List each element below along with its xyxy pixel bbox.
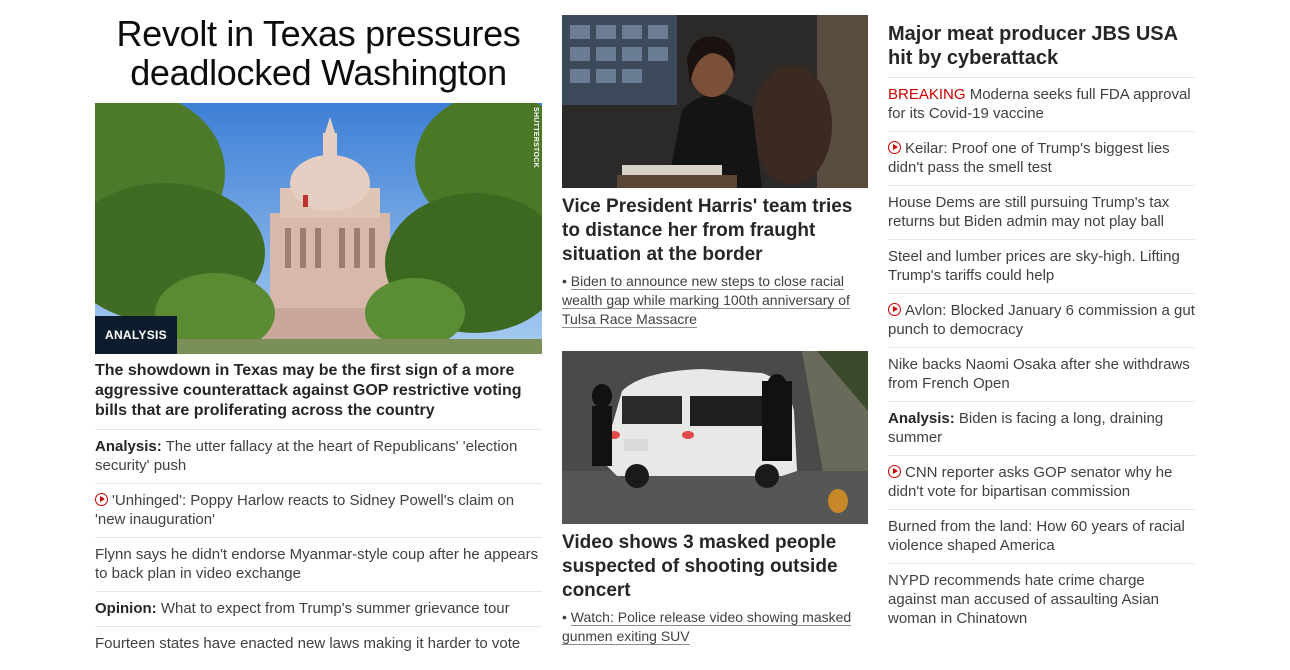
headline-list-item[interactable]: Opinion: What to expect from Trump's sum…	[95, 591, 542, 626]
tulsa-subheadline-text: Biden to announce new steps to close rac…	[562, 273, 850, 328]
headline-text-link[interactable]: 'Unhinged': Poppy Harlow reacts to Sidne…	[95, 492, 514, 528]
headline-list-item[interactable]: NYPD recommends hate crime charge agains…	[888, 563, 1195, 636]
headline-text-link[interactable]: CNN reporter asks GOP senator why he did…	[888, 464, 1172, 500]
headline-list-item[interactable]: BREAKING Moderna seeks full FDA approval…	[888, 77, 1195, 131]
headline-text-link[interactable]: House Dems are still pursuing Trump's ta…	[888, 194, 1169, 230]
headline-text-link[interactable]: Nike backs Naomi Osaka after she withdra…	[888, 356, 1190, 392]
headline-list-item[interactable]: Avlon: Blocked January 6 commission a gu…	[888, 293, 1195, 347]
headline-list-item[interactable]: Burned from the land: How 60 years of ra…	[888, 509, 1195, 563]
texas-capitol-image[interactable]: SHUTTERSTOCK ANALYSIS	[95, 103, 542, 354]
bullet: •	[562, 273, 567, 289]
bullet: •	[562, 609, 567, 625]
headline-list-item[interactable]: Nike backs Naomi Osaka after she withdra…	[888, 347, 1195, 401]
left-headline-list: Analysis: The utter fallacy at the heart…	[95, 429, 542, 661]
suv-surveillance-photo	[562, 351, 868, 524]
headline-text-link[interactable]: Flynn says he didn't endorse Myanmar-sty…	[95, 546, 538, 582]
breaking-label: BREAKING	[888, 86, 966, 103]
harris-photo	[562, 15, 868, 188]
jbs-headline-link[interactable]: Major meat producer JBS USA hit by cyber…	[888, 22, 1195, 70]
headline-list-item[interactable]: 'Unhinged': Poppy Harlow reacts to Sidne…	[95, 483, 542, 537]
headline-text-link[interactable]: Avlon: Blocked January 6 commission a gu…	[888, 302, 1195, 338]
tulsa-subheadline-link[interactable]: • Biden to announce new steps to close r…	[562, 272, 868, 329]
banner-headline-link[interactable]: Revolt in Texas pressures deadlocked Was…	[95, 14, 542, 92]
play-video-icon	[888, 303, 901, 316]
headline-list-item[interactable]: Fourteen states have enacted new laws ma…	[95, 626, 542, 661]
headline-text-link[interactable]: Fourteen states have enacted new laws ma…	[95, 635, 520, 652]
headline-list-item[interactable]: Analysis: The utter fallacy at the heart…	[95, 429, 542, 483]
gunmen-subheadline-link[interactable]: • Watch: Police release video showing ma…	[562, 608, 868, 646]
play-video-icon	[888, 465, 901, 478]
headline-list-item[interactable]: Flynn says he didn't endorse Myanmar-sty…	[95, 537, 542, 591]
analysis-badge: ANALYSIS	[95, 316, 177, 354]
headline-list-item[interactable]: Steel and lumber prices are sky-high. Li…	[888, 239, 1195, 293]
headline-text-link[interactable]: NYPD recommends hate crime charge agains…	[888, 572, 1159, 627]
headline-list-item[interactable]: Analysis: Biden is facing a long, draini…	[888, 401, 1195, 455]
shooting-headline-link[interactable]: Video shows 3 masked people suspected of…	[562, 531, 868, 603]
harris-video-image[interactable]	[562, 15, 868, 188]
headline-prefix: Opinion:	[95, 600, 157, 617]
gunmen-subheadline-text: Watch: Police release video showing mask…	[562, 609, 852, 645]
headline-list-item[interactable]: CNN reporter asks GOP senator why he did…	[888, 455, 1195, 509]
shooting-video-image[interactable]	[562, 351, 868, 524]
headline-text-link[interactable]: Steel and lumber prices are sky-high. Li…	[888, 248, 1180, 284]
headline-text-link[interactable]: Burned from the land: How 60 years of ra…	[888, 518, 1185, 554]
headline-list-item[interactable]: House Dems are still pursuing Trump's ta…	[888, 185, 1195, 239]
hero-headline-link[interactable]: The showdown in Texas may be the first s…	[95, 361, 542, 421]
headline-prefix: Analysis:	[888, 410, 955, 427]
headline-text-link[interactable]: Keilar: Proof one of Trump's biggest lie…	[888, 140, 1170, 176]
headline-list-item[interactable]: Keilar: Proof one of Trump's biggest lie…	[888, 131, 1195, 185]
headline-prefix: Analysis:	[95, 438, 162, 455]
headline-text-link[interactable]: What to expect from Trump's summer griev…	[157, 600, 510, 617]
right-headline-list: BREAKING Moderna seeks full FDA approval…	[888, 77, 1195, 636]
harris-headline-link[interactable]: Vice President Harris' team tries to dis…	[562, 195, 868, 267]
photo-credit: SHUTTERSTOCK	[532, 107, 539, 169]
play-video-icon	[888, 141, 901, 154]
play-video-icon	[95, 493, 108, 506]
